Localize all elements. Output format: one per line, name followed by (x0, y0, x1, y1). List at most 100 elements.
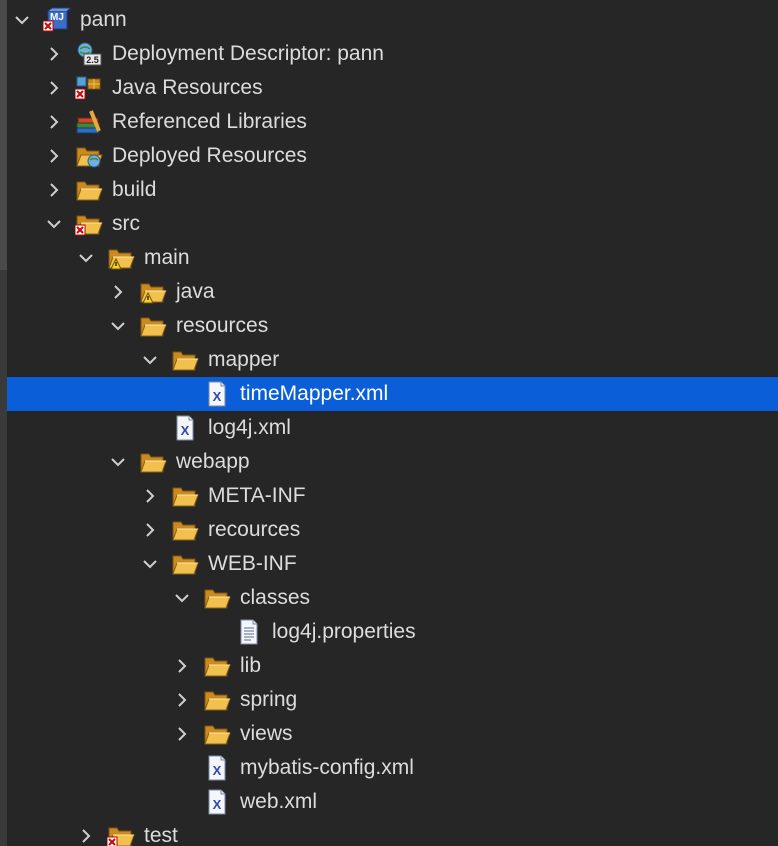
tree-item-deployed-resources[interactable]: Deployed Resources (7, 139, 778, 173)
tree-item-webapp[interactable]: webapp (7, 445, 778, 479)
tree-item-label: Java Resources (112, 76, 263, 99)
tree-item-label: log4j.xml (208, 416, 291, 439)
tree-item-label: Referenced Libraries (112, 110, 307, 133)
tree-item-java-resources[interactable]: Java Resources (7, 71, 778, 105)
chevron-right-icon[interactable] (44, 71, 64, 105)
tree-item-mapper[interactable]: mapper (7, 343, 778, 377)
tree-item-label: Deployed Resources (112, 144, 307, 167)
tree-item-web-inf[interactable]: WEB-INF (7, 547, 778, 581)
tree-item-classes[interactable]: classes (7, 581, 778, 615)
svg-text:X: X (213, 797, 222, 812)
left-edge-scrollbar[interactable] (0, 0, 7, 846)
chevron-down-icon[interactable] (44, 207, 64, 241)
chevron-right-icon[interactable] (140, 513, 160, 547)
deployment-descriptor-icon: 2.5 (75, 41, 103, 67)
chevron-right-icon[interactable] (108, 275, 128, 309)
tree-item-label: spring (240, 688, 298, 711)
tree-item-label: WEB-INF (208, 552, 297, 575)
scrollbar-thumb[interactable] (0, 0, 7, 270)
tree-item-label: Deployment Descriptor: pann (112, 42, 384, 65)
tree-item-label: mybatis-config.xml (240, 756, 414, 779)
xml-file-icon: X (203, 789, 231, 815)
tree-item-views[interactable]: views (7, 717, 778, 751)
tree-item-recources[interactable]: recources (7, 513, 778, 547)
chevron-down-icon[interactable] (140, 547, 160, 581)
folder-icon (171, 347, 199, 373)
tree-item-web-xml[interactable]: Xweb.xml (7, 785, 778, 819)
chevron-right-icon[interactable] (44, 105, 64, 139)
tree-item-pann[interactable]: MJ pann (7, 3, 778, 37)
svg-text:X: X (213, 389, 222, 404)
folder-icon (139, 313, 167, 339)
chevron-down-icon[interactable] (140, 343, 160, 377)
chevron-right-icon[interactable] (44, 139, 64, 173)
folder-icon (171, 517, 199, 543)
folder-error-icon (75, 211, 103, 237)
folder-icon (203, 653, 231, 679)
project-explorer-tree: MJ pann 2.5 Deployment Descriptor: pann Java… (0, 0, 778, 846)
svg-text:X: X (181, 423, 190, 438)
chevron-right-icon[interactable] (172, 717, 192, 751)
chevron-down-icon[interactable] (172, 581, 192, 615)
tree-item-label: pann (80, 8, 127, 31)
tree-item-label: src (112, 212, 140, 235)
folder-icon (171, 551, 199, 577)
tree-item-resources[interactable]: resources (7, 309, 778, 343)
tree-item-label: main (144, 246, 190, 269)
tree-item-log4j-properties[interactable]: log4j.properties (7, 615, 778, 649)
tree-item-referenced-libraries[interactable]: Referenced Libraries (7, 105, 778, 139)
tree-item-lib[interactable]: lib (7, 649, 778, 683)
chevron-right-icon[interactable] (76, 819, 96, 846)
tree-item-java[interactable]: java (7, 275, 778, 309)
text-file-icon (235, 619, 263, 645)
tree-item-label: web.xml (240, 790, 318, 813)
tree-item-label: resources (176, 314, 269, 337)
tree-item-label: webapp (176, 450, 250, 473)
tree-item-label: java (176, 280, 215, 303)
java-resources-icon (75, 75, 103, 101)
tree-item-label: test (144, 824, 178, 846)
deployed-resources-icon (75, 143, 103, 169)
folder-icon (203, 687, 231, 713)
chevron-right-icon[interactable] (44, 173, 64, 207)
tree-item-main[interactable]: main (7, 241, 778, 275)
chevron-right-icon[interactable] (44, 37, 64, 71)
tree-item-test[interactable]: test (7, 819, 778, 846)
folder-icon (139, 449, 167, 475)
tree-item-meta-inf[interactable]: META-INF (7, 479, 778, 513)
tree-item-label: mapper (208, 348, 280, 371)
tree-item-build[interactable]: build (7, 173, 778, 207)
tree-item-label: log4j.properties (272, 620, 416, 643)
chevron-down-icon[interactable] (108, 309, 128, 343)
xml-file-icon: X (171, 415, 199, 441)
chevron-right-icon[interactable] (172, 649, 192, 683)
tree-item-mybatis-config-xml[interactable]: Xmybatis-config.xml (7, 751, 778, 785)
chevron-down-icon[interactable] (76, 241, 96, 275)
xml-file-icon: X (203, 755, 231, 781)
maven-project-icon: MJ (43, 7, 71, 33)
folder-warning-icon (139, 279, 167, 305)
folder-icon (171, 483, 199, 509)
tree-item-label: recources (208, 518, 301, 541)
tree-item-log4j-xml[interactable]: Xlog4j.xml (7, 411, 778, 445)
tree-item-label: lib (240, 654, 262, 677)
folder-icon (203, 721, 231, 747)
tree-item-timemapper-xml[interactable]: XtimeMapper.xml (7, 377, 778, 411)
tree-item-src[interactable]: src (7, 207, 778, 241)
library-icon (75, 109, 103, 135)
tree-item-spring[interactable]: spring (7, 683, 778, 717)
chevron-right-icon[interactable] (140, 479, 160, 513)
tree-item-deployment-descriptor-pann[interactable]: 2.5 Deployment Descriptor: pann (7, 37, 778, 71)
svg-text:X: X (213, 763, 222, 778)
tree-item-label: build (112, 178, 157, 201)
folder-error-icon (107, 823, 135, 846)
folder-warning-icon (107, 245, 135, 271)
folder-icon (75, 177, 103, 203)
chevron-down-icon[interactable] (108, 445, 128, 479)
chevron-down-icon[interactable] (12, 3, 32, 37)
tree-item-label: META-INF (208, 484, 306, 507)
xml-file-icon: X (203, 381, 231, 407)
chevron-right-icon[interactable] (172, 683, 192, 717)
folder-icon (203, 585, 231, 611)
tree-item-label: classes (240, 586, 311, 609)
